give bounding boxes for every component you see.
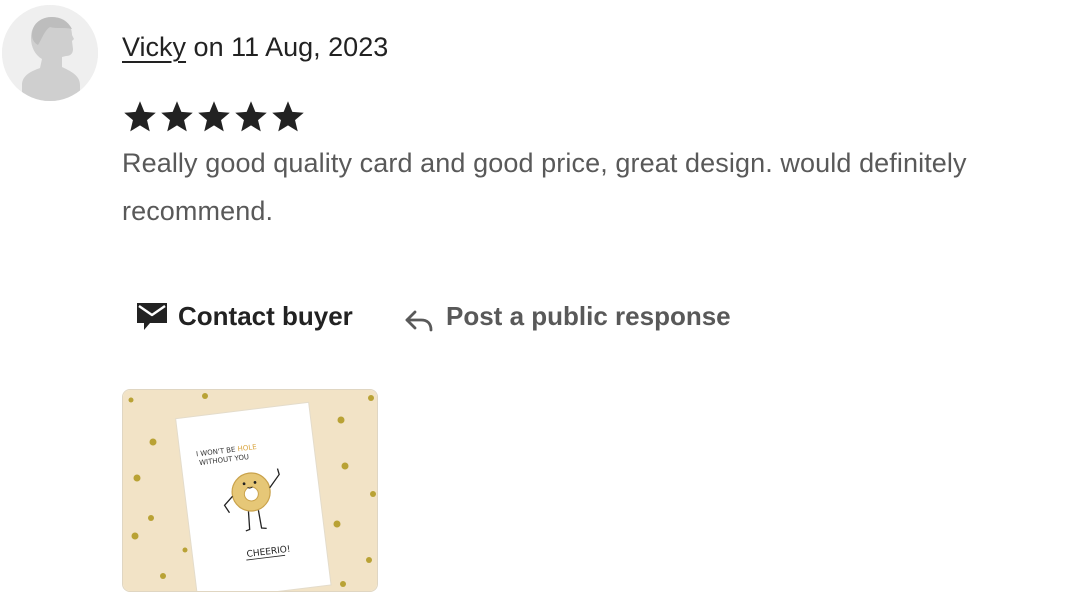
reviewer-name-link[interactable]: Vicky <box>122 32 186 62</box>
star-filled-icon <box>272 101 304 132</box>
review-photo-thumbnail[interactable]: I WON'T BE HOLE WITHOUT YOU CHEERIO! <box>122 389 378 592</box>
review-date: on 11 Aug, 2023 <box>193 32 389 62</box>
mail-icon <box>136 300 168 332</box>
star-filled-icon <box>198 101 230 132</box>
post-public-response-label: Post a public response <box>446 300 731 331</box>
contact-buyer-button[interactable]: Contact buyer <box>136 296 353 336</box>
contact-buyer-label: Contact buyer <box>178 300 353 331</box>
review-byline: Vicky on 11 Aug, 2023 <box>122 30 388 64</box>
star-filled-icon <box>161 101 193 132</box>
star-filled-icon <box>235 101 267 132</box>
post-public-response-button[interactable]: Post a public response <box>404 296 731 336</box>
reply-arrow-icon <box>404 310 434 332</box>
reviewer-avatar[interactable] <box>2 5 98 101</box>
star-filled-icon <box>124 101 156 132</box>
default-avatar-icon <box>2 5 98 101</box>
star-rating <box>122 97 306 137</box>
review-text: Really good quality card and good price,… <box>122 148 967 226</box>
